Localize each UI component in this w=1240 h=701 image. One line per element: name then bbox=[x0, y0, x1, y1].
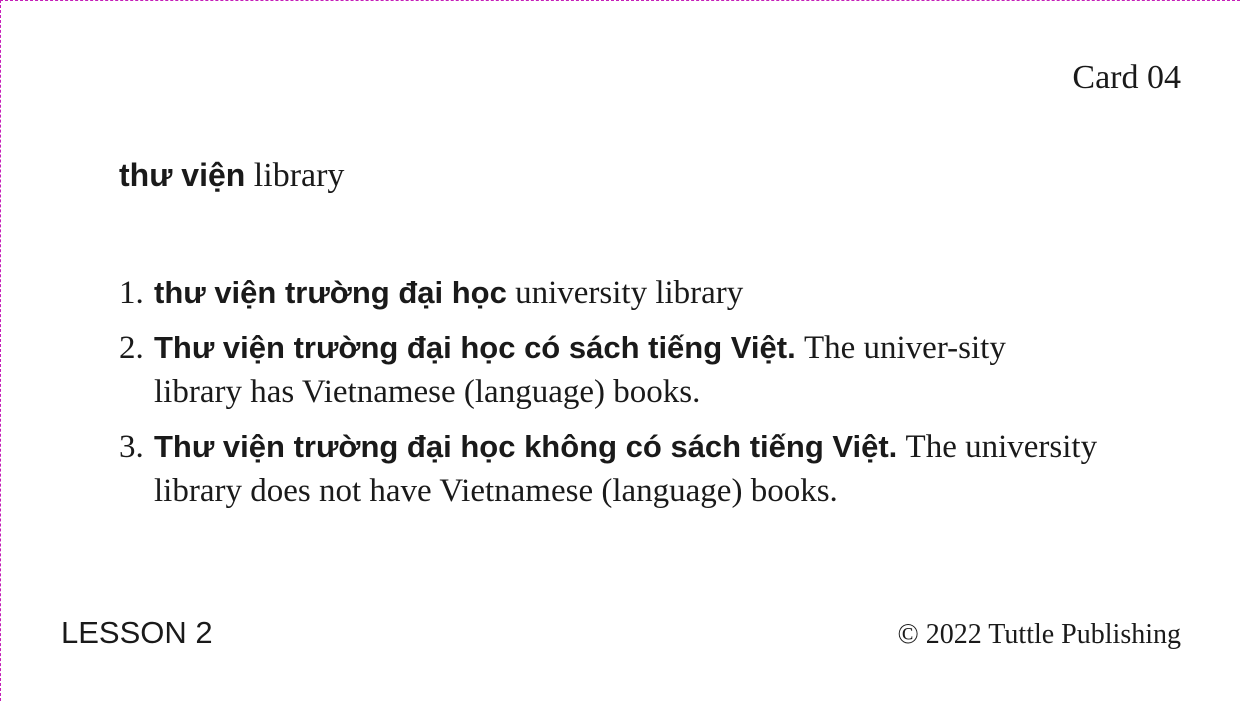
lesson-label: LESSON 2 bbox=[61, 615, 213, 650]
example-list: 1. thư viện trường đại học university li… bbox=[119, 271, 1099, 524]
example-number: 2. bbox=[119, 330, 144, 366]
example-item: 2. Thư viện trường đại học có sách tiếng… bbox=[119, 326, 1099, 414]
headword-entry: thư viện library bbox=[119, 153, 344, 198]
example-english: university library bbox=[515, 275, 744, 311]
example-item: 1. thư viện trường đại học university li… bbox=[119, 271, 1099, 315]
example-item: 3. Thư viện trường đại học không có sách… bbox=[119, 425, 1099, 513]
headword-english: library bbox=[253, 157, 345, 194]
example-vietnamese: Thư viện trường đại học có sách tiếng Vi… bbox=[154, 330, 796, 365]
copyright-notice: © 2022 Tuttle Publishing bbox=[897, 619, 1181, 650]
example-number: 3. bbox=[119, 429, 144, 465]
example-number: 1. bbox=[119, 275, 144, 311]
example-vietnamese: thư viện trường đại học bbox=[154, 275, 507, 310]
flashcard: Card 04 thư viện library 1. thư viện trư… bbox=[0, 0, 1240, 701]
card-number: Card 04 bbox=[1072, 59, 1181, 96]
headword-vietnamese: thư viện bbox=[119, 157, 246, 193]
example-vietnamese: Thư viện trường đại học không có sách ti… bbox=[154, 429, 898, 464]
